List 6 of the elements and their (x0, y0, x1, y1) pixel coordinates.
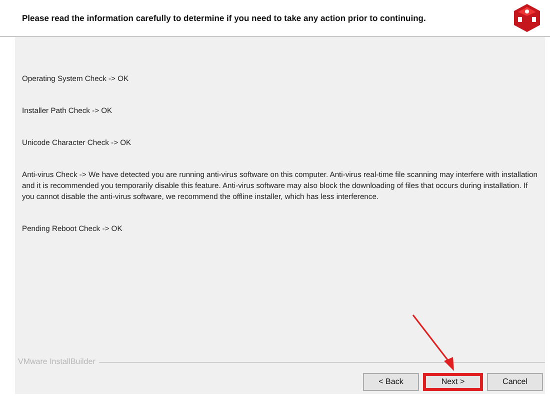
cube-logo-icon (512, 3, 542, 33)
wizard-button[interactable]: Cancel (487, 373, 543, 391)
wizard-button[interactable]: < Back (363, 373, 419, 391)
wizard-button[interactable]: Next > (423, 373, 483, 391)
header-title: Please read the information carefully to determine if you need to take any action prior to continuing. (22, 12, 427, 24)
brand-label: VMware InstallBuilder (17, 356, 96, 368)
